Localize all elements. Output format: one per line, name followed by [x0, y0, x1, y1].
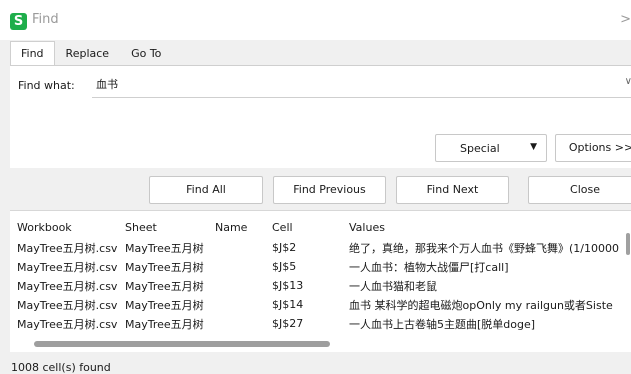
cell-value: 绝了，真绝，那我来个万人血书《野蜂飞舞》(1/10000: [349, 241, 619, 255]
cell-name: [208, 276, 265, 295]
cell-address: $J$27: [272, 317, 304, 330]
find-what-input[interactable]: [92, 72, 592, 96]
column-header-values[interactable]: Values: [342, 216, 631, 238]
results-header-row: Workbook Sheet Name Cell Values: [10, 216, 631, 238]
find-previous-button[interactable]: Find Previous: [273, 176, 386, 204]
column-header-cell[interactable]: Cell: [265, 216, 342, 238]
table-row[interactable]: MayTree五月树.csv MayTree五月树 $J$14 血书 某科学的超…: [10, 295, 631, 314]
cell-name: [208, 295, 265, 314]
find-what-combo[interactable]: ∨: [92, 72, 631, 98]
close-icon[interactable]: >: [620, 12, 631, 27]
cell-value: 一人血书：植物大战僵尸[打call]: [349, 260, 509, 274]
cell-sheet: MayTree五月树: [125, 241, 204, 255]
cell-sheet: MayTree五月树: [125, 279, 204, 293]
table-row[interactable]: MayTree五月树.csv MayTree五月树 $J$5 一人血书：植物大战…: [10, 257, 631, 276]
results-table: Workbook Sheet Name Cell Values MayTree五…: [10, 216, 631, 333]
cell-address: $J$14: [272, 298, 304, 311]
cell-value: 血书 某科学的超电磁炮opOnly my railgun或者Siste: [349, 298, 613, 312]
tab-bar: Find Replace Go To: [10, 41, 172, 66]
close-button[interactable]: Close: [528, 176, 631, 204]
column-header-workbook[interactable]: Workbook: [10, 216, 118, 238]
cell-workbook: MayTree五月树.csv: [17, 241, 118, 255]
tab-find[interactable]: Find: [10, 41, 55, 66]
find-panel: Find what: ∨ Special ▼ Options >>: [10, 65, 631, 168]
table-row[interactable]: MayTree五月树.csv MayTree五月树 $J$2 绝了，真绝，那我来…: [10, 238, 631, 257]
cell-sheet: MayTree五月树: [125, 317, 204, 331]
cell-address: $J$5: [272, 260, 297, 273]
cell-workbook: MayTree五月树.csv: [17, 317, 118, 331]
caret-down-icon: ▼: [530, 142, 537, 152]
cell-address: $J$2: [272, 241, 297, 254]
horizontal-scrollbar[interactable]: [10, 338, 631, 350]
table-row[interactable]: MayTree五月树.csv MayTree五月树 $J$13 一人血书猫和老鼠: [10, 276, 631, 295]
spreadsheet-app-icon: S: [10, 13, 27, 30]
window-title: Find: [32, 12, 59, 27]
options-button[interactable]: Options >>: [555, 134, 631, 162]
vertical-scrollbar-thumb[interactable]: [626, 233, 630, 255]
cell-workbook: MayTree五月树.csv: [17, 279, 118, 293]
title-bar: S Find >: [0, 0, 631, 40]
cell-workbook: MayTree五月树.csv: [17, 260, 118, 274]
find-all-button[interactable]: Find All: [149, 176, 263, 204]
find-what-label: Find what:: [18, 79, 75, 92]
cell-name: [208, 257, 265, 276]
horizontal-scrollbar-thumb[interactable]: [34, 341, 330, 347]
cell-sheet: MayTree五月树: [125, 260, 204, 274]
find-next-button[interactable]: Find Next: [396, 176, 509, 204]
column-header-sheet[interactable]: Sheet: [118, 216, 208, 238]
tab-go-to[interactable]: Go To: [120, 41, 172, 66]
cell-value: 一人血书上古卷轴5主题曲[脱单doge]: [349, 317, 536, 331]
table-row[interactable]: MayTree五月树.csv MayTree五月树 $J$27 一人血书上古卷轴…: [10, 314, 631, 333]
special-button-label: Special: [460, 142, 500, 155]
cell-sheet: MayTree五月树: [125, 298, 204, 312]
cell-value: 一人血书猫和老鼠: [349, 279, 437, 293]
status-text: 1008 cell(s) found: [11, 361, 111, 374]
cell-name: [208, 314, 265, 333]
cell-name: [208, 238, 265, 257]
chevron-down-icon[interactable]: ∨: [625, 76, 631, 87]
tab-replace[interactable]: Replace: [55, 41, 121, 66]
results-list[interactable]: Workbook Sheet Name Cell Values MayTree五…: [10, 210, 631, 352]
cell-workbook: MayTree五月树.csv: [17, 298, 118, 312]
cell-address: $J$13: [272, 279, 304, 292]
special-button[interactable]: Special ▼: [435, 134, 547, 162]
column-header-name[interactable]: Name: [208, 216, 265, 238]
